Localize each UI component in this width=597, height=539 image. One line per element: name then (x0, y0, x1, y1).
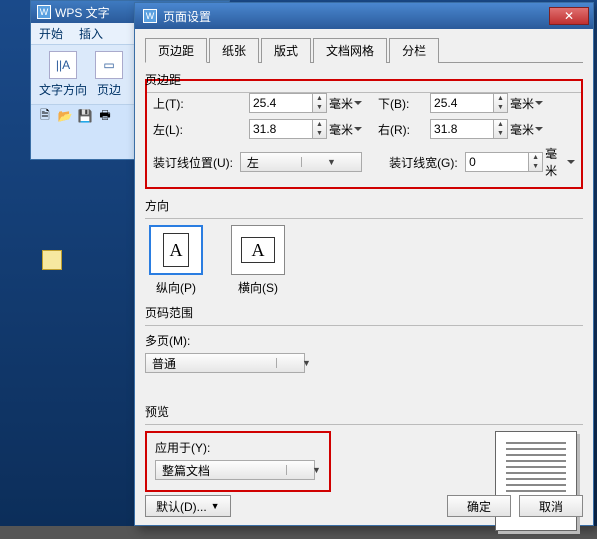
label-bottom: 下(B): (378, 95, 430, 112)
new-icon[interactable]: 🗎 (37, 108, 53, 124)
label-gutter-pos: 装订线位置(U): (153, 154, 240, 171)
spinner-right[interactable]: ▲▼ (430, 119, 508, 139)
close-icon: ✕ (564, 9, 574, 23)
combo-multipage[interactable]: 普通▼ (145, 353, 305, 373)
ok-button[interactable]: 确定 (447, 495, 511, 517)
orientation-portrait[interactable]: A 纵向(P) (145, 225, 207, 296)
margins-icon: ▭ (95, 51, 123, 79)
combo-gutter-pos[interactable]: 左▼ (240, 152, 362, 172)
menu-start[interactable]: 开始 (39, 25, 63, 42)
label-apply-to: 应用于(Y): (155, 439, 321, 456)
chevron-down-icon[interactable]: ▼ (313, 103, 326, 112)
ribbon-margins[interactable]: ▭ 页边 (95, 51, 123, 98)
chevron-down-icon: ▼ (276, 358, 336, 368)
dialog-tabstrip: 页边距 纸张 版式 文档网格 分栏 (145, 37, 583, 63)
wps-app-icon: W (37, 5, 51, 19)
save-icon[interactable]: 💾 (77, 108, 93, 124)
tab-margins[interactable]: 页边距 (145, 38, 207, 63)
input-top[interactable] (249, 93, 313, 113)
ribbon-text-direction[interactable]: ||A 文字方向 (39, 51, 87, 98)
wps-title: WPS 文字 (55, 4, 110, 21)
unit-right[interactable]: 毫米 (510, 121, 543, 138)
input-bottom[interactable] (430, 93, 494, 113)
chevron-down-icon: ▼ (286, 465, 346, 475)
chevron-up-icon[interactable]: ▲ (313, 94, 326, 103)
unit-bottom[interactable]: 毫米 (510, 95, 543, 112)
apply-highlight-box: 应用于(Y): 整篇文档▼ (145, 431, 331, 492)
chevron-down-icon: ▼ (211, 501, 220, 511)
dialog-titlebar[interactable]: W 页面设置 ✕ (135, 3, 593, 29)
input-right[interactable] (430, 119, 494, 139)
label-left: 左(L): (153, 121, 249, 138)
spinner-bottom[interactable]: ▲▼ (430, 93, 508, 113)
default-button[interactable]: 默认(D)...▼ (145, 495, 231, 517)
text-direction-icon: ||A (49, 51, 77, 79)
document-tab-icon[interactable] (42, 250, 62, 270)
label-right: 右(R): (378, 121, 430, 138)
unit-left[interactable]: 毫米 (329, 121, 362, 138)
label-multipage: 多页(M): (145, 332, 583, 349)
print-icon[interactable]: 🖶 (97, 108, 113, 124)
close-button[interactable]: ✕ (549, 7, 589, 25)
chevron-down-icon: ▼ (301, 157, 361, 167)
open-icon[interactable]: 📂 (57, 108, 73, 124)
group-orientation-title: 方向 (145, 197, 583, 216)
menu-insert[interactable]: 插入 (79, 25, 103, 42)
unit-top[interactable]: 毫米 (329, 95, 362, 112)
spinner-gutter-width[interactable]: ▲▼ (465, 152, 543, 172)
dialog-app-icon: W (143, 9, 157, 23)
orientation-landscape[interactable]: A 横向(S) (227, 225, 289, 296)
dialog-title: 页面设置 (163, 8, 211, 25)
tab-columns[interactable]: 分栏 (389, 38, 439, 63)
portrait-icon: A (163, 233, 189, 267)
unit-gutter[interactable]: 毫米 (545, 145, 575, 179)
input-left[interactable] (249, 119, 313, 139)
cancel-button[interactable]: 取消 (519, 495, 583, 517)
landscape-icon: A (241, 237, 275, 263)
group-preview-title: 预览 (145, 403, 583, 422)
margins-highlight-box: 上(T): ▲▼ 毫米 下(B): ▲▼ 毫米 左(L): (145, 79, 583, 189)
spinner-left[interactable]: ▲▼ (249, 119, 327, 139)
tab-layout[interactable]: 版式 (261, 38, 311, 63)
combo-apply-to[interactable]: 整篇文档▼ (155, 460, 315, 480)
spinner-top[interactable]: ▲▼ (249, 93, 327, 113)
group-range-title: 页码范围 (145, 304, 583, 323)
label-gutter-width: 装订线宽(G): (389, 154, 465, 171)
tab-paper[interactable]: 纸张 (209, 38, 259, 63)
dialog-footer: 默认(D)...▼ 确定 取消 (145, 495, 583, 517)
label-top: 上(T): (153, 95, 249, 112)
input-gutter-width[interactable] (465, 152, 529, 172)
page-setup-dialog: W 页面设置 ✕ 页边距 纸张 版式 文档网格 分栏 页边距 上(T): ▲▼ (134, 2, 594, 526)
tab-grid[interactable]: 文档网格 (313, 38, 387, 63)
